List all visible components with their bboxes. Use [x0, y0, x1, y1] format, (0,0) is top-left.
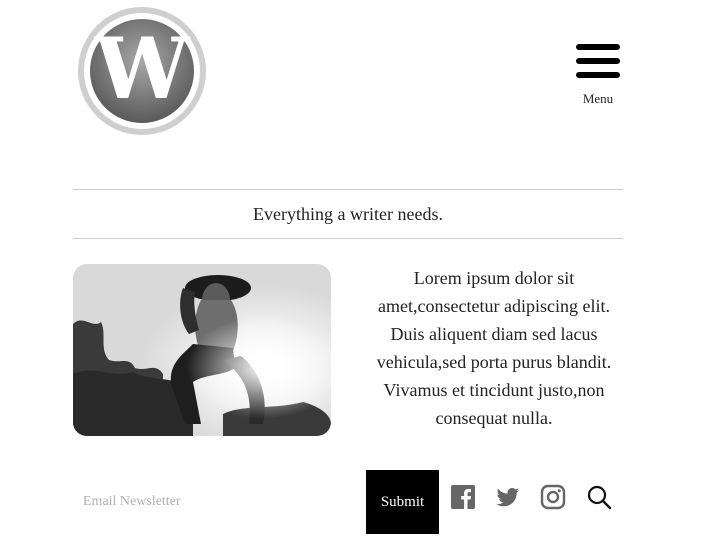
instagram-icon[interactable]	[540, 484, 566, 510]
twitter-icon[interactable]	[495, 484, 521, 510]
svg-text:W: W	[94, 19, 191, 118]
site-tagline: Everything a writer needs.	[253, 204, 443, 224]
menu-label: Menu	[582, 91, 614, 106]
divider-bottom	[73, 238, 623, 239]
hamburger-icon	[576, 44, 620, 78]
search-icon[interactable]	[586, 484, 612, 510]
email-newsletter-input[interactable]	[73, 470, 358, 534]
menu-button[interactable]: Menu	[570, 42, 626, 112]
hero-photo	[73, 264, 331, 436]
facebook-icon[interactable]	[450, 484, 476, 510]
intro-text: Lorem ipsum dolor sit amet,consectetur a…	[376, 268, 612, 428]
wordpress-logo-icon[interactable]: W	[77, 6, 207, 136]
submit-button[interactable]: Submit	[366, 470, 439, 534]
